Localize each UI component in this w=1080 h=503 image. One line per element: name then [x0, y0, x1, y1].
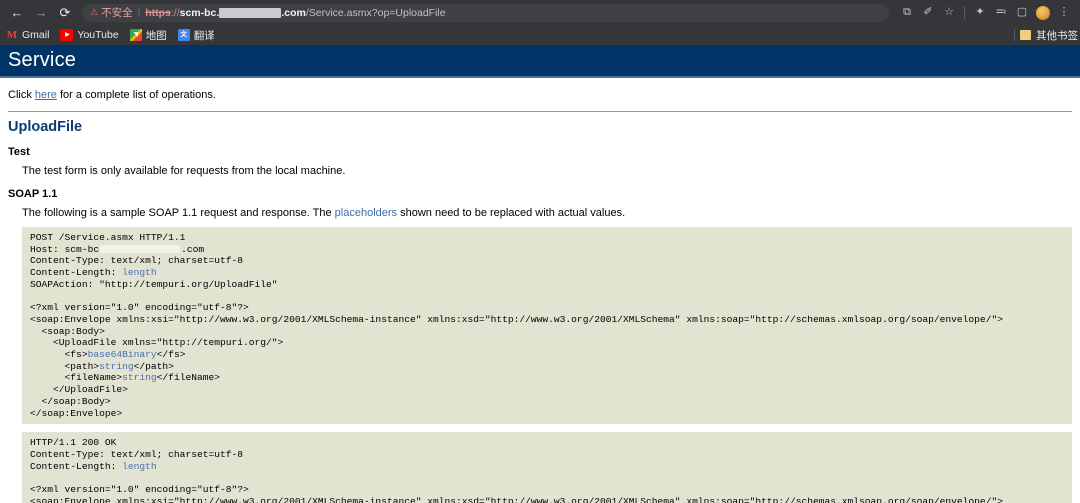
res-content-length-placeholder: length	[122, 460, 157, 472]
req-op-close: </UploadFile>	[30, 384, 128, 396]
omnibox-separator: |	[137, 7, 141, 18]
star-bookmark-icon[interactable]: ☆	[939, 3, 959, 23]
translate-icon: 文	[177, 29, 190, 41]
url-scheme-separator: ://	[170, 6, 180, 19]
req-filename-open: <fileName>	[30, 372, 123, 384]
other-bookmarks-group[interactable]: 其他书签	[1014, 28, 1078, 43]
extensions-puzzle-icon[interactable]: ✦	[970, 3, 990, 23]
req-path-placeholder: string	[99, 360, 134, 372]
host-redaction-block	[100, 245, 181, 254]
profile-avatar-icon[interactable]	[1033, 3, 1053, 23]
bookmark-gmail[interactable]: M Gmail	[6, 28, 50, 41]
bookmark-label: 地图	[145, 29, 167, 42]
youtube-icon: ▶	[60, 29, 74, 41]
req-content-length-placeholder: length	[122, 267, 157, 279]
side-panel-icon[interactable]: ▢	[1012, 3, 1032, 23]
req-path-close: </path>	[133, 360, 174, 372]
address-bar[interactable]: ⚠ 不安全 | https://scm-bc. .com/Service.asmx…	[82, 3, 889, 22]
placeholders-link[interactable]: placeholders	[335, 207, 397, 219]
bookmark-translate[interactable]: 文 翻译	[177, 28, 215, 43]
reload-icon[interactable]: ⟳	[54, 2, 76, 24]
soap11-desc-prefix: The following is a sample SOAP 1.1 reque…	[22, 207, 335, 219]
req-line-host-suffix: .com	[181, 243, 205, 255]
test-section-heading: Test	[8, 146, 30, 158]
bookmark-maps[interactable]: ◥ 地图	[129, 28, 167, 43]
res-line-content-length-label: Content-Length:	[30, 460, 123, 472]
test-section-body: The test form is only available for requ…	[22, 165, 346, 177]
bookmark-pen-icon[interactable]: ✐	[918, 3, 938, 23]
forward-icon[interactable]: →	[30, 2, 52, 24]
chrome-menu-icon[interactable]: ⋮	[1054, 3, 1074, 23]
toolbar-divider	[964, 6, 965, 19]
operations-intro: Click here for a complete list of operat…	[8, 89, 1072, 101]
res-line-status: HTTP/1.1 200 OK	[30, 437, 117, 449]
back-icon[interactable]: ←	[6, 2, 28, 24]
browser-chrome: ← → ⟳ ⚠ 不安全 | https://scm-bc. .com/Servic…	[0, 0, 1080, 45]
folder-icon	[1020, 30, 1031, 40]
soap11-description: The following is a sample SOAP 1.1 reque…	[22, 207, 1072, 219]
url-text: https://scm-bc. .com/Service.asmx?op=Uplo…	[145, 7, 445, 19]
res-xml-decl: <?xml version="1.0" encoding="utf-8"?>	[30, 484, 249, 496]
page-title: Service	[8, 49, 77, 71]
res-envelope-open: <soap:Envelope xmlns:xsi="http://www.w3.…	[30, 495, 1003, 503]
req-filename-close: </fileName>	[156, 372, 221, 384]
req-op-open: <UploadFile xmlns="http://tempuri.org/">	[30, 337, 284, 349]
divider	[8, 111, 1072, 112]
req-line-soapaction: SOAPAction: "http://tempuri.org/UploadFi…	[30, 278, 278, 290]
req-body-close: </soap:Body>	[30, 395, 111, 407]
url-scheme: https	[145, 6, 171, 19]
req-fs-open: <fs>	[30, 349, 88, 361]
maps-icon: ◥	[129, 29, 142, 41]
reading-list-icon[interactable]: ≕	[991, 3, 1011, 23]
req-envelope-close: </soap:Envelope>	[30, 407, 123, 419]
req-line-content-length-label: Content-Length:	[30, 267, 123, 279]
intro-suffix: for a complete list of operations.	[56, 89, 216, 101]
not-secure-label: 不安全	[101, 7, 133, 19]
intro-prefix: Click	[8, 89, 35, 101]
url-redaction-block	[219, 7, 282, 18]
bookmarks-divider	[1014, 29, 1015, 41]
req-fs-placeholder: base64Binary	[87, 349, 157, 361]
share-screen-icon[interactable]: ⧉	[897, 3, 917, 23]
req-fs-close: </fs>	[156, 349, 186, 361]
url-host-prefix: scm-bc.	[179, 6, 220, 19]
req-xml-decl: <?xml version="1.0" encoding="utf-8"?>	[30, 302, 249, 314]
operation-name-heading: UploadFile	[8, 119, 83, 135]
browser-toolbar: ← → ⟳ ⚠ 不安全 | https://scm-bc. .com/Servic…	[0, 0, 1080, 25]
toolbar-icons: ⧉ ✐ ☆ ✦ ≕ ▢ ⋮	[897, 3, 1074, 23]
gmail-icon: M	[6, 28, 18, 41]
web-page-content: Service Click here for a complete list o…	[0, 45, 1080, 503]
req-body-open: <soap:Body>	[30, 325, 105, 337]
page-body: Click here for a complete list of operat…	[0, 89, 1080, 503]
req-line-host-prefix: Host: scm-bc	[30, 243, 100, 255]
soap11-desc-suffix: shown need to be replaced with actual va…	[397, 207, 626, 219]
soap11-code-blocks: POST /Service.asmx HTTP/1.1 Host: scm-bc…	[22, 227, 1072, 503]
navigation-buttons: ← → ⟳	[6, 2, 76, 24]
bookmark-label: Gmail	[22, 29, 50, 41]
res-line-content-type: Content-Type: text/xml; charset=utf-8	[30, 448, 244, 460]
service-title-bar: Service	[0, 45, 1080, 78]
soap11-section-heading: SOAP 1.1	[8, 188, 58, 200]
req-path-open: <path>	[30, 360, 100, 372]
req-envelope-open: <soap:Envelope xmlns:xsi="http://www.w3.…	[30, 313, 1003, 325]
req-line-post: POST /Service.asmx HTTP/1.1	[30, 232, 186, 243]
soap11-request-block: POST /Service.asmx HTTP/1.1 Host: scm-bc…	[22, 227, 1072, 425]
url-path: /Service.asmx?op=UploadFile	[305, 6, 446, 19]
soap11-response-block: HTTP/1.1 200 OK Content-Type: text/xml; …	[22, 432, 1072, 503]
req-filename-placeholder: string	[122, 372, 157, 384]
bookmark-label: YouTube	[77, 29, 119, 41]
url-host-suffix: .com	[281, 6, 306, 19]
other-bookmarks-label: 其他书签	[1036, 29, 1078, 42]
not-secure-warning-icon: ⚠	[90, 7, 99, 17]
req-line-content-type: Content-Type: text/xml; charset=utf-8	[30, 255, 244, 267]
bookmark-youtube[interactable]: ▶ YouTube	[60, 29, 119, 41]
bookmark-label: 翻译	[193, 29, 215, 42]
operations-list-link[interactable]: here	[35, 89, 57, 101]
bookmarks-bar: M Gmail ▶ YouTube ◥ 地图 文 翻译 其他书签	[0, 25, 1080, 45]
